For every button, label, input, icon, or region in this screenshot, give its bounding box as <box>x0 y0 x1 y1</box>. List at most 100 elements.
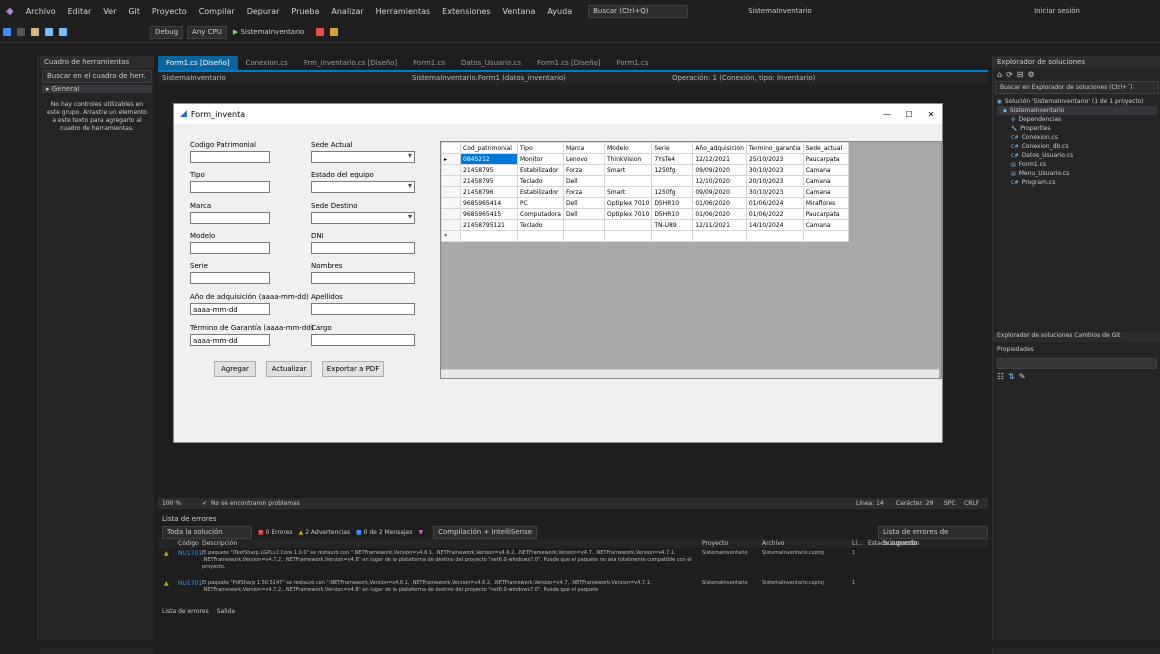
new-file-icon[interactable] <box>31 28 39 36</box>
row-header[interactable] <box>441 208 461 220</box>
grid-row[interactable]: 21458796 Estabilizador Forza Smart 1250fg 09/… <box>441 186 849 198</box>
warnings-filter[interactable]: ▲ 2 Advertencias <box>299 529 350 536</box>
field-input[interactable] <box>190 151 270 163</box>
grid-cell[interactable]: 12/12/2021 <box>692 153 747 165</box>
grid-cell[interactable]: 01/06/2024 <box>745 197 804 209</box>
errors-filter[interactable]: ■ 0 Errores <box>258 529 293 536</box>
grid-cell[interactable]: Dell <box>562 208 605 220</box>
grid-cell[interactable]: Estabilizador <box>517 186 564 198</box>
grid-cell[interactable] <box>651 230 694 242</box>
grid-cell[interactable]: 20/10/2023 <box>745 175 804 187</box>
add-button[interactable]: Agregar <box>214 361 256 377</box>
messages-filter[interactable]: ■ 0 de 2 Mensajes <box>356 529 412 536</box>
field-input[interactable]: aaaa-mm-dd <box>190 334 270 346</box>
grid-cell[interactable] <box>651 175 694 187</box>
close-icon[interactable]: ✕ <box>920 110 942 119</box>
grid-cell[interactable]: Dell <box>562 175 605 187</box>
search-box[interactable]: Buscar (Ctrl+Q) <box>588 4 689 18</box>
grid-cell[interactable] <box>517 230 564 242</box>
grid-row[interactable]: 21458795 Teclado Dell 12/10/2020 20/10/2023 C… <box>441 175 849 187</box>
collapse-icon[interactable]: ⊟ <box>1017 70 1024 79</box>
grid-cell[interactable]: Computadora <box>517 208 564 220</box>
grid-cell[interactable]: Teclado <box>517 175 564 187</box>
grid-column-header[interactable]: Año_adquisicion <box>692 142 747 154</box>
field-input[interactable] <box>311 334 415 346</box>
grid-column-header[interactable]: Termino_garantia <box>745 142 804 154</box>
grid-cell[interactable]: 9685965415 <box>460 208 518 220</box>
grid-cell[interactable]: 21458796 <box>460 186 518 198</box>
toolbox-search[interactable]: Buscar en el cuadro de herr. <box>42 70 152 83</box>
grid-cell[interactable]: 12/11/2021 <box>692 219 747 231</box>
grid-column-header[interactable]: Modelo <box>603 142 653 154</box>
tree-item[interactable]: ▤ Form1.cs <box>997 160 1157 169</box>
grid-cell[interactable]: 7YsTe4 <box>651 153 694 165</box>
solution-search[interactable]: Buscar en Explorador de soluciones (Ctrl… <box>995 81 1159 94</box>
grid-cell[interactable]: Miraflores <box>802 197 849 209</box>
grid-cell[interactable]: Smart <box>603 164 653 176</box>
field-input[interactable] <box>190 242 270 254</box>
grid-cell[interactable]: 21458795121 <box>460 219 518 231</box>
build-dropdown[interactable]: Compilación + IntelliSense <box>433 525 538 539</box>
grid-cell[interactable]: ThinkVision <box>603 153 653 165</box>
back-icon[interactable] <box>3 28 11 36</box>
error-column-header[interactable]: Lí... <box>852 540 868 547</box>
field-input[interactable] <box>311 272 415 284</box>
field-input[interactable] <box>190 272 270 284</box>
grid-column-header[interactable]: Serie <box>651 142 694 154</box>
grid-new-row[interactable]: * <box>441 230 849 242</box>
tree-item[interactable]: ▣ Solución 'SistemaInventario' (1 de 1 pr… <box>997 97 1157 106</box>
start-button[interactable]: ▶ SistemaInventario <box>233 28 304 36</box>
grid-cell[interactable]: Paucarpata <box>802 208 849 220</box>
grid-cell[interactable] <box>802 230 849 242</box>
field-input[interactable] <box>311 303 415 315</box>
row-header[interactable] <box>441 197 461 209</box>
grid-cell[interactable]: 30/10/2023 <box>745 186 804 198</box>
row-header[interactable] <box>441 219 461 231</box>
grid-cell[interactable]: Lenovo <box>562 153 605 165</box>
grid-cell[interactable]: 01/06/2020 <box>692 208 747 220</box>
grid-cell[interactable]: 21458795 <box>460 164 518 176</box>
nav-type[interactable]: SistemaInventario.Form1 (datos_inventari… <box>412 74 672 82</box>
menu-item[interactable]: Editar <box>62 7 98 16</box>
toolbox-group[interactable]: ▸ General <box>42 85 152 93</box>
editor-tab[interactable]: Frm_inventario.cs [Diseño] <box>296 56 405 70</box>
editor-tab[interactable]: Form1.cs <box>609 56 657 70</box>
grid-cell[interactable]: Camana <box>802 164 849 176</box>
grid-cell[interactable]: 14/10/2024 <box>745 219 804 231</box>
inventory-grid[interactable]: Cod_patrimonial Tipo Marca Modelo Serie Año_a… <box>440 141 942 379</box>
tree-item[interactable]: 🔧 Properties <box>997 124 1157 133</box>
grid-cell[interactable]: 01/06/2020 <box>692 197 747 209</box>
whitespace-mode[interactable]: SPC <box>944 500 964 507</box>
grid-cell[interactable] <box>460 230 518 242</box>
grid-cell[interactable]: D5HR10 <box>651 208 694 220</box>
grid-cell[interactable]: 09/09/2020 <box>692 164 747 176</box>
line-ending[interactable]: CRLF <box>964 500 988 507</box>
menu-item[interactable]: Archivo <box>20 7 62 16</box>
tree-item[interactable]: ▤ Menu_Usuario.cs <box>997 169 1157 178</box>
menu-item[interactable]: Analizar <box>325 7 369 16</box>
error-column-header[interactable]: Archivo <box>762 540 852 547</box>
error-list-row[interactable]: ▲ NU1701 El paquete "PdfSharp 1.50.5147" s… <box>158 578 988 608</box>
editor-tab[interactable]: Conexion.cs <box>238 56 296 70</box>
properties-select[interactable] <box>997 358 1157 369</box>
menu-item[interactable]: Prueba <box>285 7 325 16</box>
grid-row[interactable]: 21458795 Estabilizador Forza Smart 1250fg 09/… <box>441 164 849 176</box>
nav-project[interactable]: SistemaInventario <box>158 74 412 82</box>
grid-cell[interactable]: Dell <box>562 197 605 209</box>
editor-tab[interactable]: Form1.cs [Diseño] <box>529 56 609 70</box>
menu-item[interactable]: Extensiones <box>436 7 496 16</box>
grid-cell[interactable]: Forza <box>562 164 605 176</box>
grid-cell[interactable]: 0845212 <box>460 153 518 165</box>
grid-cell[interactable] <box>603 175 653 187</box>
grid-cell[interactable]: Smart <box>603 186 653 198</box>
grid-hscrollbar[interactable] <box>441 369 939 378</box>
scope-dropdown[interactable]: Toda la solución <box>162 525 252 539</box>
menu-item[interactable]: Ayuda <box>541 7 578 16</box>
row-header[interactable]: ▸ <box>441 153 461 165</box>
error-list-row[interactable]: ▲ NU1701 El paquete "iTextSharp.LGPLv2.Cor… <box>158 548 988 578</box>
menu-item[interactable]: Ver <box>97 7 122 16</box>
bottom-tab[interactable]: Lista de errores <box>162 608 209 615</box>
grid-cell[interactable]: Forza <box>562 186 605 198</box>
grid-cell[interactable] <box>562 230 605 242</box>
nav-member[interactable]: Operación: 1 (Conexión, tipo: Inventario… <box>672 74 815 82</box>
